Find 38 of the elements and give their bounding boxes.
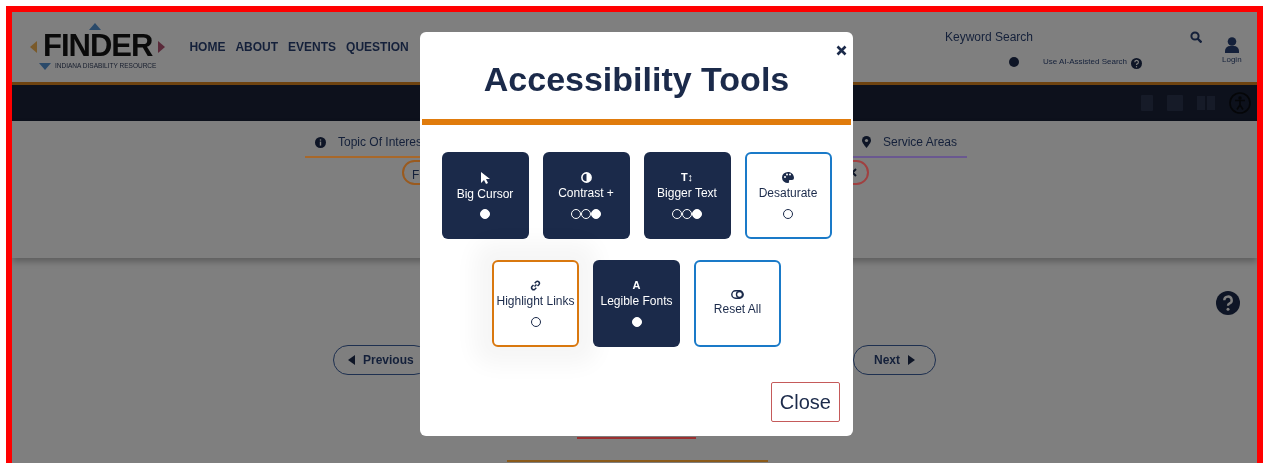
close-button[interactable]: Close (770, 382, 840, 422)
nav-link[interactable]: QUESTION (346, 38, 409, 56)
logo-arrow-icon (89, 23, 101, 31)
info-icon (315, 136, 326, 148)
nav-link[interactable]: ABOUT (235, 38, 279, 56)
logo-text: FINDER (43, 30, 153, 62)
palette-icon (782, 172, 794, 183)
help-icon[interactable] (1131, 58, 1143, 69)
tool-icon: A (632, 280, 641, 291)
nav-link[interactable]: HOME (189, 38, 226, 56)
cursor-icon (480, 171, 490, 184)
caret-left-icon (348, 355, 355, 365)
search-field[interactable]: Keyword Search (945, 28, 1034, 46)
logo-arrow-icon (158, 41, 166, 53)
help-icon[interactable] (1216, 291, 1240, 315)
close-icon (836, 45, 847, 57)
contrast-icon (580, 172, 592, 183)
accessibility-tool-button[interactable]: Big Cursor (441, 151, 529, 239)
modal-title: Accessibility Tools (483, 59, 790, 100)
accessibility-tool-button[interactable]: T↕ Bigger Text (643, 151, 731, 239)
nav-link[interactable]: EVENTS (288, 38, 337, 56)
tool-icon: T↕ (680, 172, 694, 183)
link-icon (530, 280, 541, 291)
caret-right-icon (908, 355, 915, 365)
login-link[interactable]: Login (1222, 54, 1242, 66)
accessibility-tool-button[interactable]: Reset All (694, 259, 781, 347)
accessibility-tool-button[interactable]: Desaturate (744, 151, 832, 239)
logo-arrow-icon (30, 41, 37, 53)
ai-search-label: Use AI-Assisted Search (1043, 55, 1128, 68)
logo-arrow-icon (39, 62, 51, 70)
user-icon[interactable] (1224, 37, 1239, 53)
toggle-icon (731, 289, 744, 299)
accessibility-tool-button[interactable]: Highlight Links (492, 259, 579, 347)
search-icon[interactable] (1190, 31, 1202, 43)
accessibility-tool-button[interactable]: Contrast + (542, 151, 630, 239)
pin-icon (861, 136, 871, 148)
toggle-icon[interactable] (1009, 56, 1019, 67)
accessibility-tool-button[interactable]: A Legible Fonts (593, 259, 680, 347)
